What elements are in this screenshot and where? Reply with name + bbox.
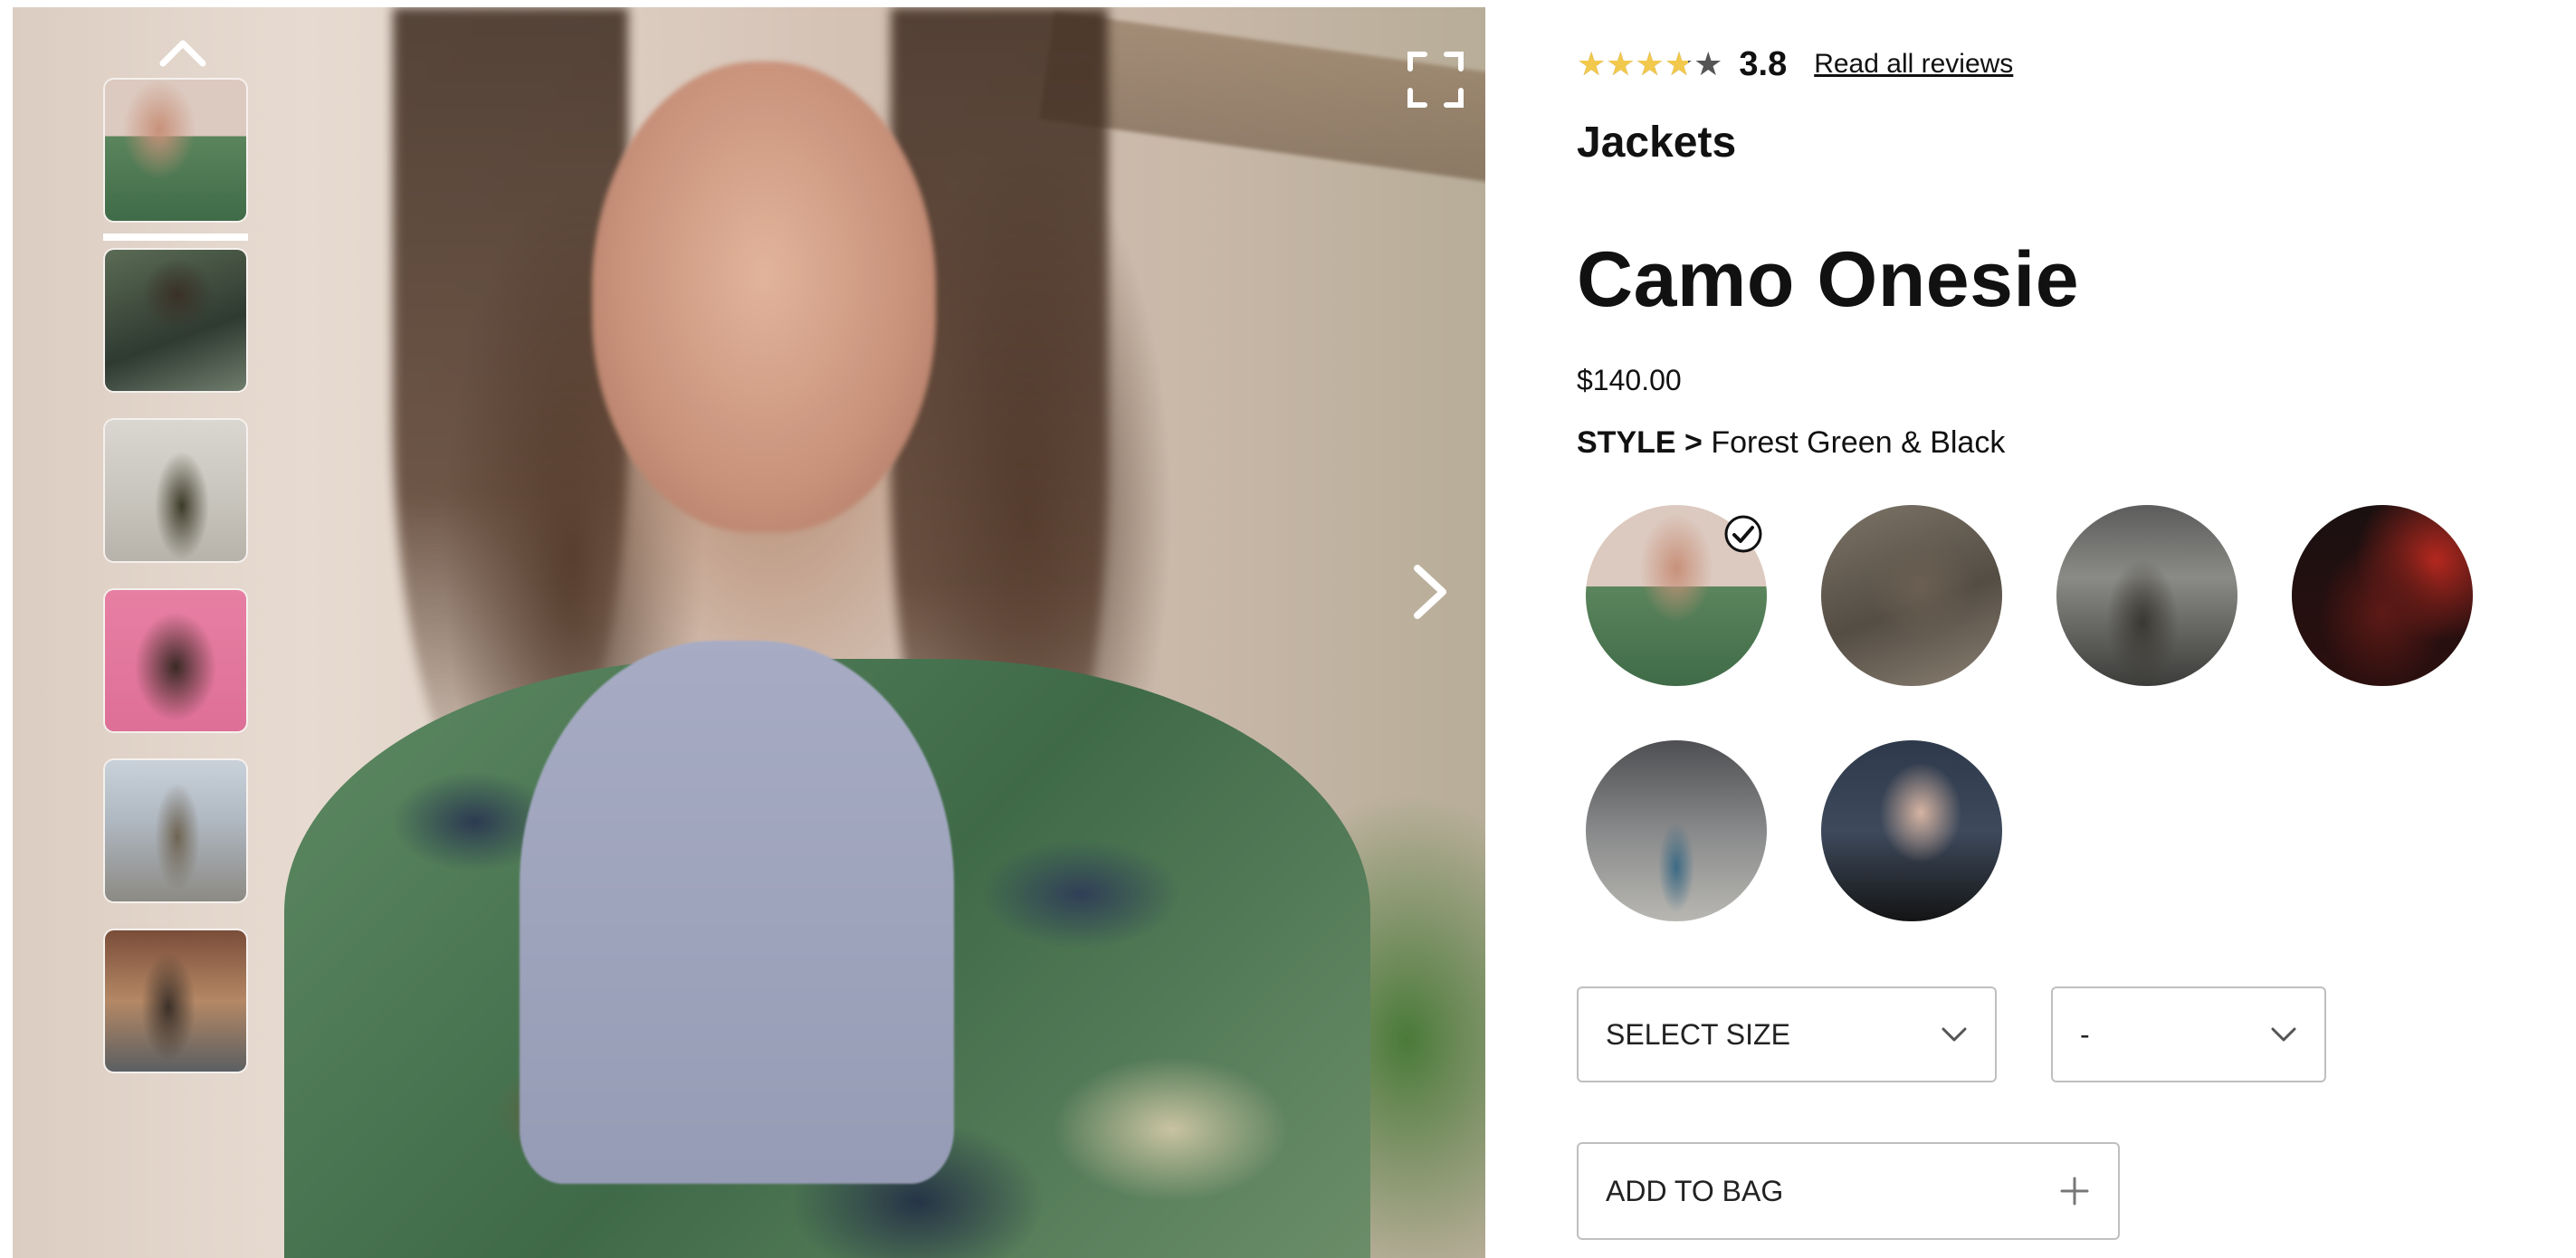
quantity-select-value: - xyxy=(2080,1017,2090,1051)
thumbnail-2[interactable] xyxy=(105,250,246,391)
product-title: Camo Onesie xyxy=(1577,236,2080,323)
size-select[interactable]: SELECT SIZE xyxy=(1577,986,1997,1082)
size-select-value: SELECT SIZE xyxy=(1606,1017,1790,1051)
style-swatch-6[interactable] xyxy=(1821,740,2002,921)
thumbnail-4[interactable] xyxy=(105,590,246,731)
checkmark-icon xyxy=(1724,515,1762,553)
active-thumbnail-indicator xyxy=(103,233,248,241)
product-image-gallery xyxy=(13,7,1485,1258)
style-label: STYLE > xyxy=(1577,425,1703,460)
chevron-down-icon xyxy=(1942,1027,1967,1042)
add-to-bag-label: ADD TO BAG xyxy=(1606,1174,1784,1207)
rating-row: ★★★★★ ★★★★★ 3.8 Read all reviews xyxy=(1577,42,2013,87)
thumbnail-3[interactable] xyxy=(105,420,246,561)
product-price: $140.00 xyxy=(1577,364,1682,396)
style-swatch-3[interactable] xyxy=(2056,505,2237,686)
star-rating-fill: ★★★★★ xyxy=(1577,48,1688,81)
model-face xyxy=(592,62,936,532)
star-rating: ★★★★★ ★★★★★ xyxy=(1577,48,1722,81)
style-value: Forest Green & Black xyxy=(1711,425,2006,460)
product-details-panel: ★★★★★ ★★★★★ 3.8 Read all reviews Jackets… xyxy=(1577,0,2554,1258)
plus-icon xyxy=(2060,1177,2089,1206)
read-all-reviews-link[interactable]: Read all reviews xyxy=(1814,49,2013,80)
style-line: STYLE > Forest Green & Black xyxy=(1577,425,2005,461)
thumbnail-1[interactable] xyxy=(105,80,246,221)
rating-value: 3.8 xyxy=(1739,44,1788,83)
chevron-right-icon[interactable] xyxy=(1407,559,1454,624)
grey-tank-top xyxy=(520,641,954,1184)
thumbnail-6[interactable] xyxy=(105,930,246,1072)
style-swatch-2[interactable] xyxy=(1821,505,2002,686)
style-swatch-4[interactable] xyxy=(2292,505,2473,686)
fullscreen-icon[interactable] xyxy=(1407,51,1465,109)
style-swatch-5[interactable] xyxy=(1586,740,1767,921)
thumbnail-5[interactable] xyxy=(105,760,246,901)
chevron-up-icon[interactable] xyxy=(157,34,208,71)
quantity-select[interactable]: - xyxy=(2051,986,2326,1082)
chevron-down-icon xyxy=(2271,1027,2296,1042)
add-to-bag-button[interactable]: ADD TO BAG xyxy=(1577,1142,2120,1240)
product-category: Jackets xyxy=(1577,119,1737,167)
